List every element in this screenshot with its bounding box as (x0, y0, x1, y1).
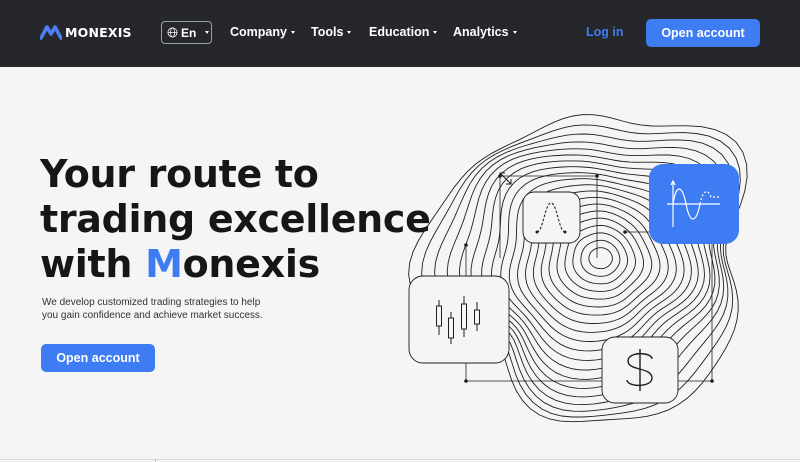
contour-ring (580, 239, 621, 277)
language-code: En (181, 25, 197, 40)
brand-logo[interactable]: MONEXIS (40, 24, 132, 40)
open-account-nav-button[interactable]: Open account (646, 19, 760, 47)
bottom-divider (0, 459, 800, 460)
nav-item-education[interactable]: Education (369, 25, 438, 39)
nav-item-company[interactable]: Company (230, 25, 295, 39)
open-account-hero-button[interactable]: Open account (41, 344, 155, 372)
chevron-down-icon (512, 30, 517, 34)
hero-title-line-3-rest: onexis (182, 242, 321, 286)
chevron-down-icon (290, 30, 295, 34)
brand-name: MONEXIS (65, 24, 132, 40)
hero-title-line-2: trading excellence (40, 197, 431, 241)
diagonal-arrows-icon (499, 172, 512, 185)
chevron-down-icon (205, 31, 210, 34)
dollar-card[interactable] (601, 336, 679, 404)
bell-curve-card[interactable] (522, 191, 581, 244)
monexis-logo-icon (40, 25, 62, 40)
hero-subtitle: We develop customized trading strategies… (42, 297, 263, 321)
topographic-contours (408, 114, 748, 423)
nav-item-label: Tools (311, 25, 344, 39)
hero-illustration (408, 114, 748, 423)
language-selector[interactable]: En (161, 21, 212, 44)
top-navbar: MONEXIS En Company Tools Education Analy… (0, 0, 800, 67)
login-link[interactable]: Log in (586, 25, 624, 39)
hero-title-line-1: Your route to (40, 152, 319, 196)
nav-item-label: Education (369, 25, 430, 39)
nav-item-analytics[interactable]: Analytics (453, 25, 517, 39)
hero-title-accent: M (145, 242, 183, 286)
hero-title: Your route to trading excellence with Mo… (40, 152, 431, 287)
chevron-down-icon (347, 30, 352, 34)
nav-item-label: Company (230, 25, 287, 39)
candlestick-card[interactable] (408, 275, 510, 364)
nav-item-tools[interactable]: Tools (311, 25, 352, 39)
hero-title-line-3-prefix: with (40, 242, 146, 286)
globe-icon (167, 27, 178, 38)
chevron-down-icon (433, 30, 438, 34)
nav-item-label: Analytics (453, 25, 509, 39)
sine-wave-card[interactable] (649, 164, 739, 244)
contour-ring (588, 247, 613, 270)
